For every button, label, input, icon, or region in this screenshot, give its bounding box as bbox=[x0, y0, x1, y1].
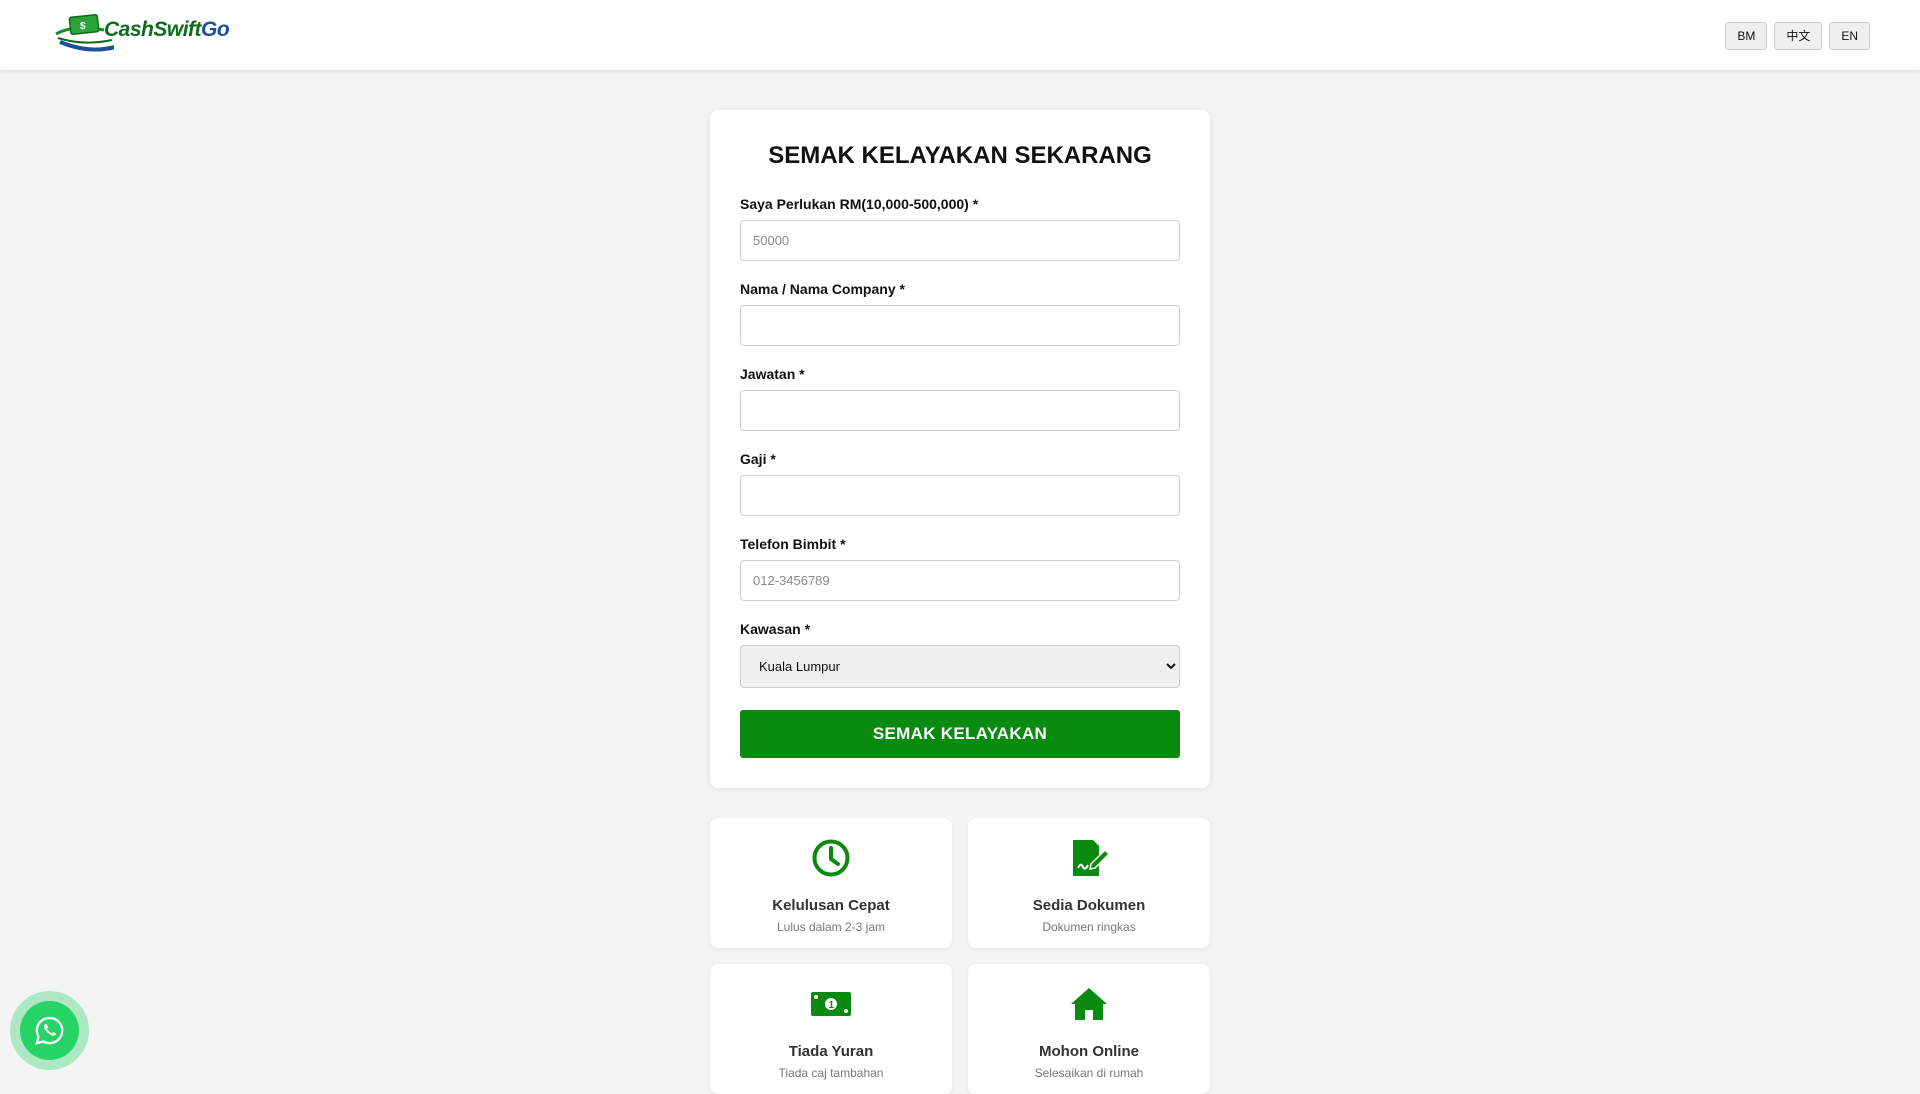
field-region: Kawasan * Kuala Lumpur bbox=[740, 620, 1180, 688]
region-select[interactable]: Kuala Lumpur bbox=[740, 645, 1180, 688]
clock-icon bbox=[812, 839, 850, 877]
amount-label: Saya Perlukan RM(10,000-500,000) * bbox=[740, 196, 979, 212]
field-salary: Gaji * bbox=[740, 450, 1180, 516]
field-position: Jawatan * bbox=[740, 365, 1180, 431]
feature-card-no-fees: 1 Tiada Yuran Tiada caj tambahan bbox=[710, 964, 952, 1094]
salary-label: Gaji * bbox=[740, 451, 776, 467]
amount-input[interactable] bbox=[740, 220, 1180, 261]
eligibility-form-card: SEMAK KELAYAKAN SEKARANG Saya Perlukan R… bbox=[710, 110, 1210, 788]
feature-title: Tiada Yuran bbox=[788, 1043, 874, 1060]
feature-subtitle: Tiada caj tambahan bbox=[778, 1066, 884, 1080]
field-phone: Telefon Bimbit * bbox=[740, 535, 1180, 601]
feature-subtitle: Selesaikan di rumah bbox=[1034, 1066, 1144, 1080]
home-icon bbox=[1071, 988, 1107, 1020]
lang-bm-button[interactable]: BM bbox=[1725, 22, 1768, 50]
region-label: Kawasan * bbox=[740, 621, 811, 637]
position-label: Jawatan * bbox=[740, 366, 805, 382]
language-switcher: BM 中文 EN bbox=[1725, 22, 1870, 50]
phone-label: Telefon Bimbit * bbox=[740, 536, 846, 552]
top-header: $ CashSwiftGo BM 中文 EN bbox=[0, 0, 1920, 70]
whatsapp-icon bbox=[35, 1016, 64, 1045]
check-eligibility-button[interactable]: SEMAK KELAYAKAN bbox=[740, 710, 1180, 758]
position-input[interactable] bbox=[740, 390, 1180, 431]
feature-title: Mohon Online bbox=[1039, 1043, 1139, 1060]
svg-text:$: $ bbox=[80, 21, 86, 32]
feature-title: Kelulusan Cepat bbox=[772, 897, 890, 914]
lang-zh-button[interactable]: 中文 bbox=[1774, 22, 1823, 50]
feature-subtitle: Lulus dalam 2-3 jam bbox=[776, 920, 886, 934]
logo-text: CashSwiftGo bbox=[104, 18, 230, 41]
salary-input[interactable] bbox=[740, 475, 1180, 516]
site-logo[interactable]: $ CashSwiftGo bbox=[54, 14, 230, 54]
document-sign-icon bbox=[1073, 840, 1109, 876]
lang-en-button[interactable]: EN bbox=[1829, 22, 1870, 50]
money-bill-icon: 1 bbox=[811, 992, 851, 1016]
feature-card-fast-approval: Kelulusan Cepat Lulus dalam 2-3 jam bbox=[710, 818, 952, 948]
svg-text:1: 1 bbox=[829, 1000, 835, 1011]
field-amount: Saya Perlukan RM(10,000-500,000) * bbox=[740, 195, 1180, 261]
field-name: Nama / Nama Company * bbox=[740, 280, 1180, 346]
feature-card-documents: Sedia Dokumen Dokumen ringkas bbox=[968, 818, 1210, 948]
feature-subtitle: Dokumen ringkas bbox=[1042, 920, 1136, 934]
name-label: Nama / Nama Company * bbox=[740, 281, 905, 297]
form-title: SEMAK KELAYAKAN SEKARANG bbox=[768, 142, 1152, 169]
phone-input[interactable] bbox=[740, 560, 1180, 601]
feature-title: Sedia Dokumen bbox=[1032, 897, 1146, 914]
feature-card-online: Mohon Online Selesaikan di rumah bbox=[968, 964, 1210, 1094]
whatsapp-button[interactable] bbox=[20, 1001, 79, 1060]
name-input[interactable] bbox=[740, 305, 1180, 346]
